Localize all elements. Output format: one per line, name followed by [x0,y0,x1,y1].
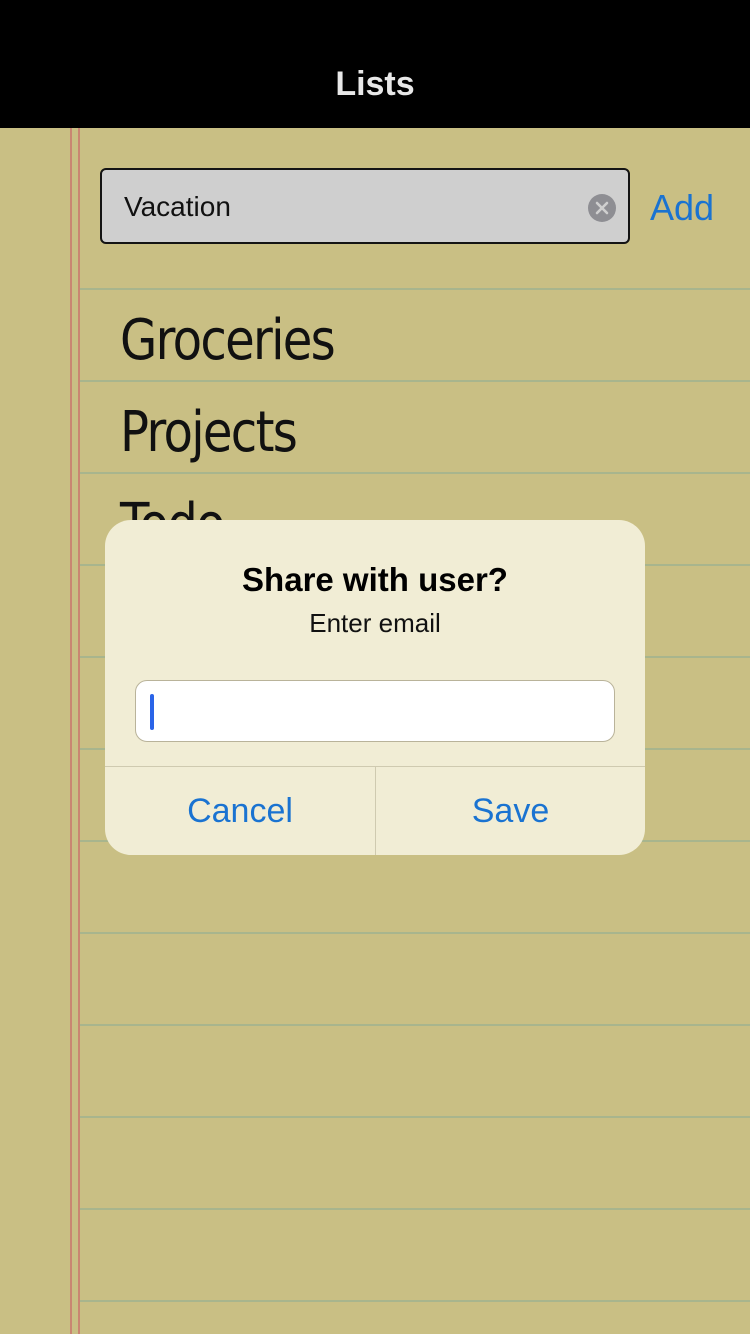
lists-screen: Lists Vacation Add Groceries Projects To… [0,0,750,1334]
save-button[interactable]: Save [376,767,645,855]
email-field[interactable] [135,680,615,742]
cancel-button[interactable]: Cancel [105,767,375,855]
share-alert-dialog: Share with user? Enter email Cancel Save [105,520,645,855]
alert-message: Enter email [309,608,441,638]
text-cursor [150,694,154,730]
alert-title: Share with user? [242,561,508,598]
